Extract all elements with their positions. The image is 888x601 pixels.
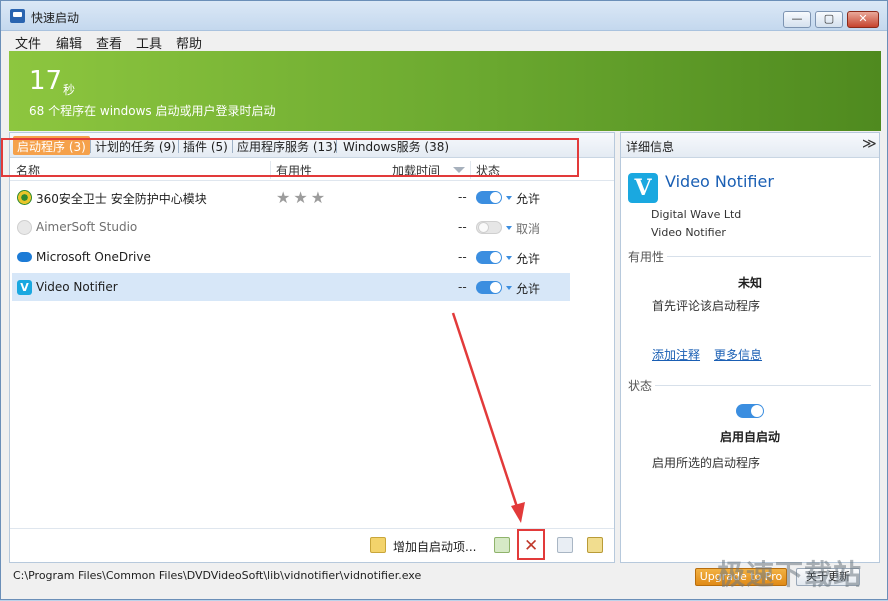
row-load-time: -- xyxy=(458,190,467,204)
row-status: 允许 xyxy=(516,252,541,266)
status-description: 启用所选的启动程序 xyxy=(652,456,761,470)
menu-view[interactable]: 查看 xyxy=(96,33,122,52)
details-header: 详细信息 ≫ xyxy=(621,133,879,158)
menu-tools[interactable]: 工具 xyxy=(136,33,162,52)
row-status: 允许 xyxy=(516,282,541,296)
boot-time-banner: 17 秒 68 个程序在 windows 启动或用户登录时启动 xyxy=(9,51,881,131)
table-row[interactable]: 360安全卫士 安全防护中心模块 ★★★ -- 允许 xyxy=(10,182,614,212)
add-startup-button[interactable]: 增加自启动项... xyxy=(393,538,476,555)
site-watermark: 极速下载站 xyxy=(717,558,863,591)
row-load-time: -- xyxy=(458,250,467,264)
boot-seconds-unit: 秒 xyxy=(63,83,76,97)
toggle-knob xyxy=(490,252,501,263)
chevron-down-icon[interactable] xyxy=(506,286,512,290)
usefulness-section-label: 有用性 xyxy=(628,250,665,264)
vimeo-v-icon: V xyxy=(17,280,32,295)
table-row[interactable]: Microsoft OneDrive -- 允许 xyxy=(10,242,614,272)
menu-help[interactable]: 帮助 xyxy=(176,33,202,52)
minimize-button[interactable]: — xyxy=(783,11,811,28)
close-button[interactable]: ✕ xyxy=(847,11,879,28)
usefulness-value: 未知 xyxy=(737,276,762,290)
banner-subtitle: 68 个程序在 windows 启动或用户登录时启动 xyxy=(29,104,276,118)
delete-icon[interactable]: ✕ xyxy=(524,536,538,556)
collapse-panel-icon[interactable]: ≫ xyxy=(862,136,877,152)
onedrive-cloud-icon xyxy=(17,252,32,262)
row-program-name: Video Notifier xyxy=(36,280,118,294)
app-logo-icon: V xyxy=(628,173,658,203)
selected-file-path: C:\Program Files\Common Files\DVDVideoSo… xyxy=(13,569,422,582)
title-bar[interactable]: 快速启动 — ▢ ✕ xyxy=(1,1,887,31)
chevron-down-icon[interactable] xyxy=(506,256,512,260)
status-value: 启用自启动 xyxy=(719,430,780,444)
details-title: 详细信息 xyxy=(626,140,675,154)
toggle-knob xyxy=(490,282,501,293)
app-title: Video Notifier xyxy=(665,172,774,191)
startup-toggle[interactable] xyxy=(476,221,502,234)
row-program-name: 360安全卫士 安全防护中心模块 xyxy=(36,192,207,206)
add-comment-link[interactable]: 添加注释 xyxy=(652,346,700,363)
startup-toggle[interactable] xyxy=(476,191,502,204)
toggle-knob xyxy=(751,405,763,417)
review-prompt: 首先评论该启动程序 xyxy=(652,299,761,313)
app-window: 快速启动 — ▢ ✕ 文件 编辑 查看 工具 帮助 17 秒 68 个程序在 w… xyxy=(0,0,888,600)
app-publisher: Digital Wave Ltd xyxy=(651,208,742,221)
startup-toggle[interactable] xyxy=(476,251,502,264)
section-divider xyxy=(655,385,871,386)
row-status: 取消 xyxy=(516,222,541,236)
details-startup-toggle[interactable] xyxy=(736,404,764,418)
toggle-knob xyxy=(490,192,501,203)
startup-toggle[interactable] xyxy=(476,281,502,294)
row-program-name: AimerSoft Studio xyxy=(36,220,138,234)
row-load-time: -- xyxy=(458,220,467,234)
startup-list-panel: 启动程序 (3) 计划的任务 (9) 插件 (5) 应用程序服务 (13) Wi… xyxy=(9,132,615,563)
folder-search-icon[interactable] xyxy=(587,537,603,553)
add-startup-icon[interactable] xyxy=(370,537,386,553)
window-title: 快速启动 xyxy=(31,11,80,25)
app-product: Video Notifier xyxy=(651,226,726,239)
usefulness-stars[interactable]: ★★★ xyxy=(276,188,328,207)
aimersoft-icon xyxy=(17,220,32,235)
checklist-icon[interactable] xyxy=(494,537,510,553)
chevron-down-icon[interactable] xyxy=(506,196,512,200)
menu-bar: 文件 编辑 查看 工具 帮助 xyxy=(1,32,887,52)
menu-file[interactable]: 文件 xyxy=(15,33,41,52)
row-program-name: Microsoft OneDrive xyxy=(36,250,151,264)
list-toolbar: 增加自启动项... ✕ xyxy=(10,528,614,562)
status-section-label: 状态 xyxy=(628,379,653,393)
table-row-selected[interactable]: V Video Notifier -- 允许 xyxy=(10,272,614,302)
more-info-link[interactable]: 更多信息 xyxy=(714,346,762,363)
menu-edit[interactable]: 编辑 xyxy=(56,33,82,52)
boot-seconds: 17 xyxy=(29,66,63,96)
chevron-down-icon[interactable] xyxy=(506,226,512,230)
360-shield-icon xyxy=(17,190,32,205)
selected-row-highlight-box xyxy=(1,138,579,177)
toggle-knob xyxy=(478,222,489,233)
app-icon xyxy=(10,9,25,23)
maximize-button[interactable]: ▢ xyxy=(815,11,843,28)
section-divider xyxy=(667,256,871,257)
properties-icon[interactable] xyxy=(557,537,573,553)
row-load-time: -- xyxy=(458,280,467,294)
row-status: 允许 xyxy=(516,192,541,206)
details-panel: 详细信息 ≫ V Video Notifier Digital Wave Ltd… xyxy=(620,132,880,563)
table-row[interactable]: AimerSoft Studio -- 取消 xyxy=(10,212,614,242)
